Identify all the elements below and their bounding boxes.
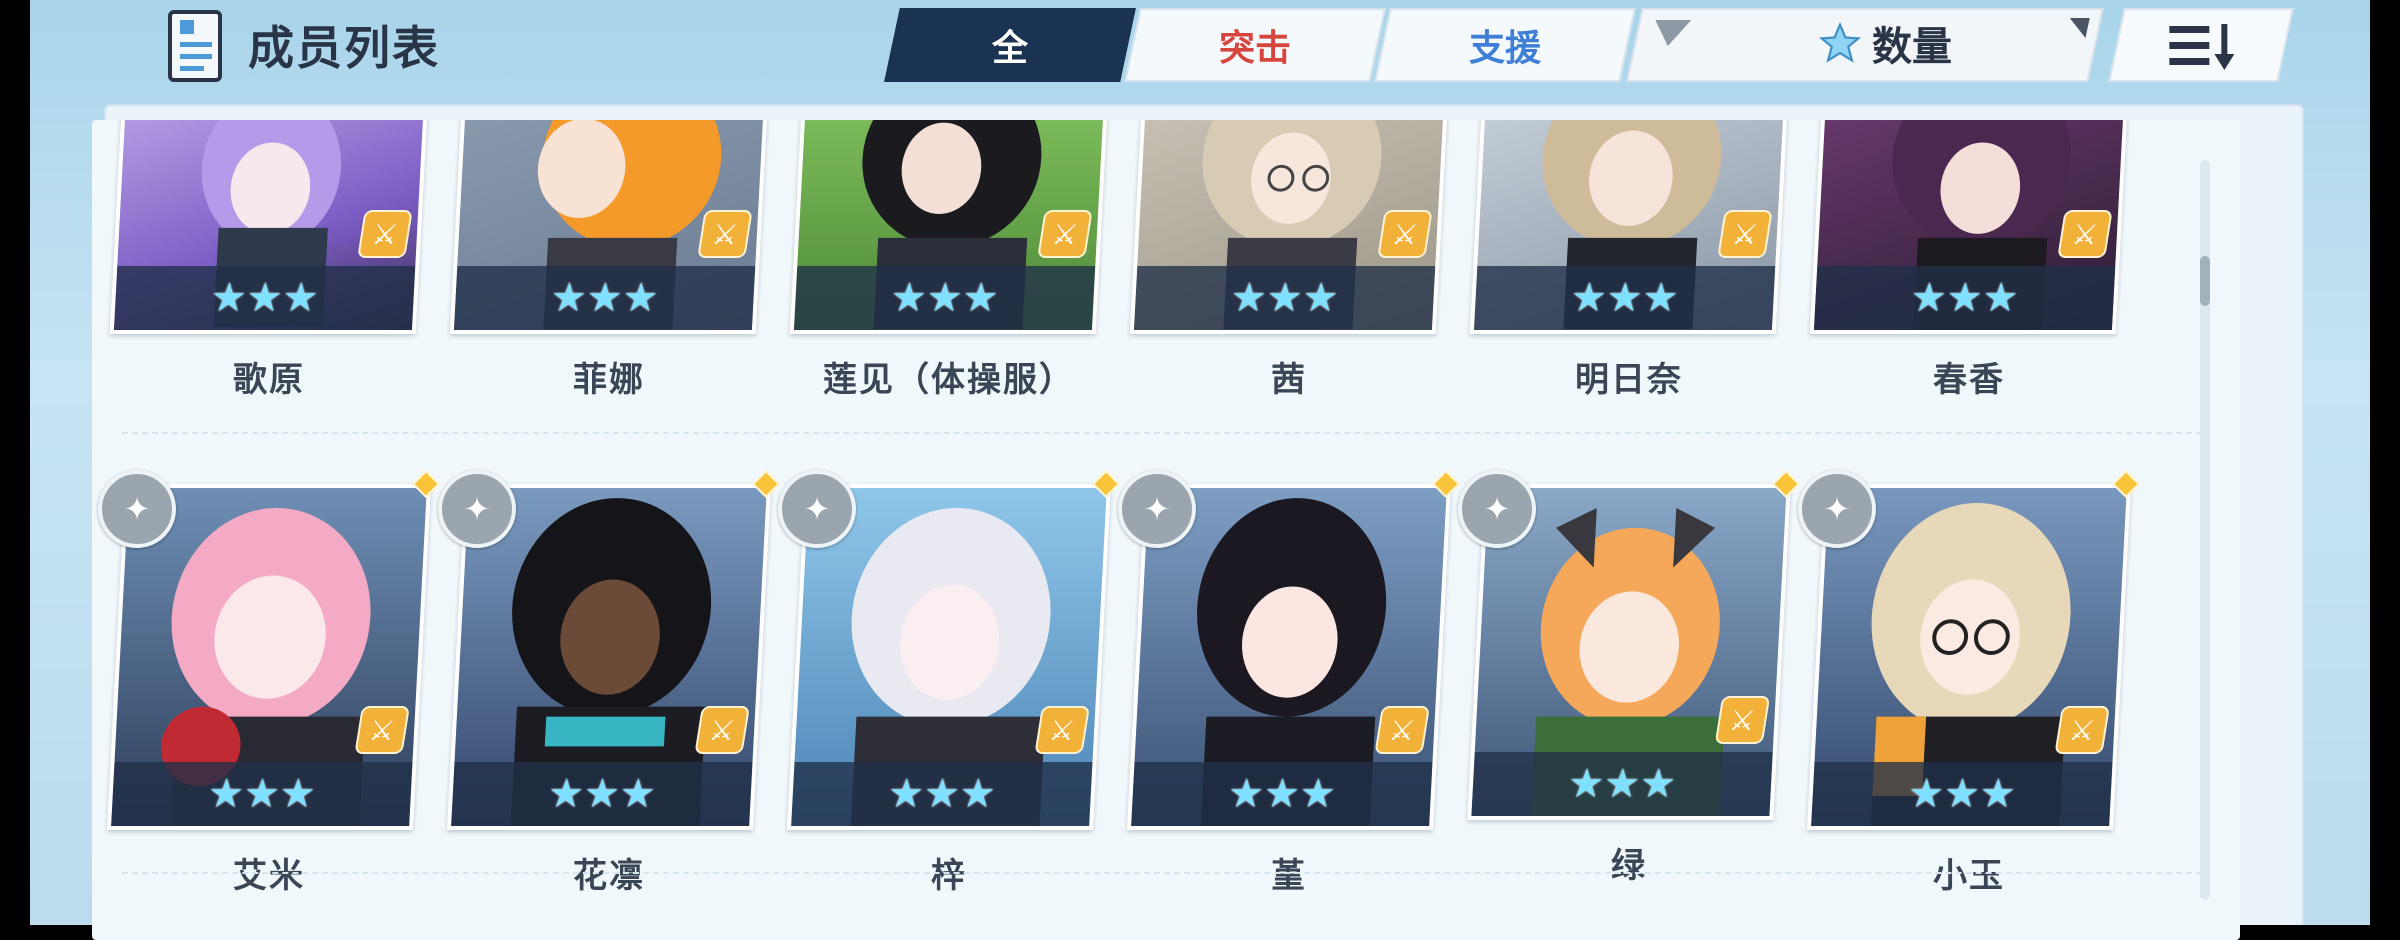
member-card[interactable]: ✦ ★★★ ⚔ 绿 xyxy=(1458,469,1801,887)
tab-special[interactable]: 支援 xyxy=(1374,8,1636,82)
member-card[interactable]: ★★★ ⚔ 明日奈 xyxy=(1469,120,1789,401)
pin-icon[interactable]: ✦ xyxy=(1458,470,1536,548)
member-card[interactable]: ★★★ ⚔ 歌原 xyxy=(109,120,429,401)
member-card[interactable]: ★★★ ⚔ 茜 xyxy=(1129,120,1449,401)
member-list-icon xyxy=(168,10,222,82)
character-portrait: ★★★ ⚔ xyxy=(1133,120,1445,330)
character-portrait: ★★★ ⚔ xyxy=(453,120,765,330)
pin-icon[interactable]: ✦ xyxy=(778,470,856,548)
role-badge-icon: ⚔ xyxy=(1714,696,1771,744)
character-portrait: ★★★ ⚔ xyxy=(793,120,1105,330)
tab-striker[interactable]: 突击 xyxy=(1124,8,1386,82)
member-card[interactable]: ★★★ ⚔ 菲娜 xyxy=(449,120,769,401)
dropdown-corner-icon xyxy=(2065,18,2090,38)
character-portrait: ★★★ ⚔ xyxy=(113,120,425,330)
member-name: 茜 xyxy=(1271,360,1307,400)
role-badge-icon: ⚔ xyxy=(1374,706,1430,754)
role-badge-icon: ⚔ xyxy=(357,210,413,258)
star-rating: ★★★ xyxy=(1133,266,1436,330)
role-badge-icon: ⚔ xyxy=(2057,210,2113,258)
member-name: 莲见（体操服） xyxy=(823,360,1075,400)
star-rating: ★★★ xyxy=(793,266,1096,330)
member-name: 春香 xyxy=(1933,360,2005,400)
star-rating: ★★★ xyxy=(451,762,753,826)
star-rating: ★★★ xyxy=(1813,266,2116,330)
scrollbar-thumb[interactable] xyxy=(2200,256,2210,306)
character-portrait: ★★★ ⚔ xyxy=(1473,120,1785,330)
sort-descending-icon xyxy=(2169,24,2235,70)
pin-icon[interactable]: ✦ xyxy=(1118,470,1196,548)
star-rating: ★★★ xyxy=(1131,762,1433,826)
sort-label[interactable]: 数量 xyxy=(1818,14,1952,72)
role-badge-icon: ⚔ xyxy=(2054,706,2110,754)
member-card[interactable]: ✦ ★★★ ⚔ 堇 xyxy=(1118,469,1461,897)
member-name: 歌原 xyxy=(233,360,305,400)
pin-icon[interactable]: ✦ xyxy=(1798,470,1876,548)
member-row-1: ★★★ ⚔ 歌原 ★★★ ⚔ 菲娜 ★★★ ⚔ 莲见（体操服） ★★★ ⚔ 茜 … xyxy=(92,120,2240,400)
pin-icon[interactable]: ✦ xyxy=(98,470,176,548)
row-divider xyxy=(122,872,2202,874)
role-badge-icon: ⚔ xyxy=(1037,210,1093,258)
filter-funnel-icon[interactable] xyxy=(1649,20,1692,46)
member-name: 明日奈 xyxy=(1575,360,1683,400)
star-rating: ★★★ xyxy=(1471,752,1773,816)
pin-icon[interactable]: ✦ xyxy=(438,470,516,548)
role-badge-icon: ⚔ xyxy=(697,210,753,258)
star-icon xyxy=(1818,21,1862,63)
star-rating: ★★★ xyxy=(111,762,413,826)
role-badge-icon: ⚔ xyxy=(354,706,410,754)
member-card[interactable]: ✦ ★★★ ⚔ 小玉 xyxy=(1798,469,2141,897)
star-rating: ★★★ xyxy=(453,266,756,330)
member-card[interactable]: ✦ ★★★ ⚔ 梓 xyxy=(778,469,1121,897)
member-card[interactable]: ✦ ★★★ ⚔ 艾米 xyxy=(98,469,441,897)
star-rating: ★★★ xyxy=(1811,762,2113,826)
star-rating: ★★★ xyxy=(791,762,1093,826)
role-badge-icon: ⚔ xyxy=(1717,210,1773,258)
row-divider xyxy=(122,432,2202,434)
sort-order-button[interactable] xyxy=(2108,8,2294,82)
page-title: 成员列表 xyxy=(248,21,440,75)
tab-all[interactable]: 全 xyxy=(884,8,1136,82)
member-row-2: ✦ ★★★ ⚔ 艾米 ✦ ★★★ ⚔ 花凛 ✦ ★★★ ⚔ 梓 ✦ ★★★ ⚔ … xyxy=(92,469,2240,924)
role-badge-icon: ⚔ xyxy=(694,706,750,754)
star-rating: ★★★ xyxy=(1473,266,1776,330)
role-badge-icon: ⚔ xyxy=(1034,706,1090,754)
member-name: 菲娜 xyxy=(573,360,645,400)
member-card[interactable]: ★★★ ⚔ 莲见（体操服） xyxy=(789,120,1109,401)
role-badge-icon: ⚔ xyxy=(1377,210,1433,258)
member-card[interactable]: ✦ ★★★ ⚔ 花凛 xyxy=(438,469,781,897)
member-name: 绿 xyxy=(1611,846,1647,886)
member-grid[interactable]: ★★★ ⚔ 歌原 ★★★ ⚔ 菲娜 ★★★ ⚔ 莲见（体操服） ★★★ ⚔ 茜 … xyxy=(92,120,2240,940)
member-card[interactable]: ★★★ ⚔ 春香 xyxy=(1809,120,2129,401)
character-portrait: ★★★ ⚔ xyxy=(1813,120,2125,330)
star-rating: ★★★ xyxy=(113,266,416,330)
role-filter-tabs: 全 突击 支援 xyxy=(862,8,1636,82)
